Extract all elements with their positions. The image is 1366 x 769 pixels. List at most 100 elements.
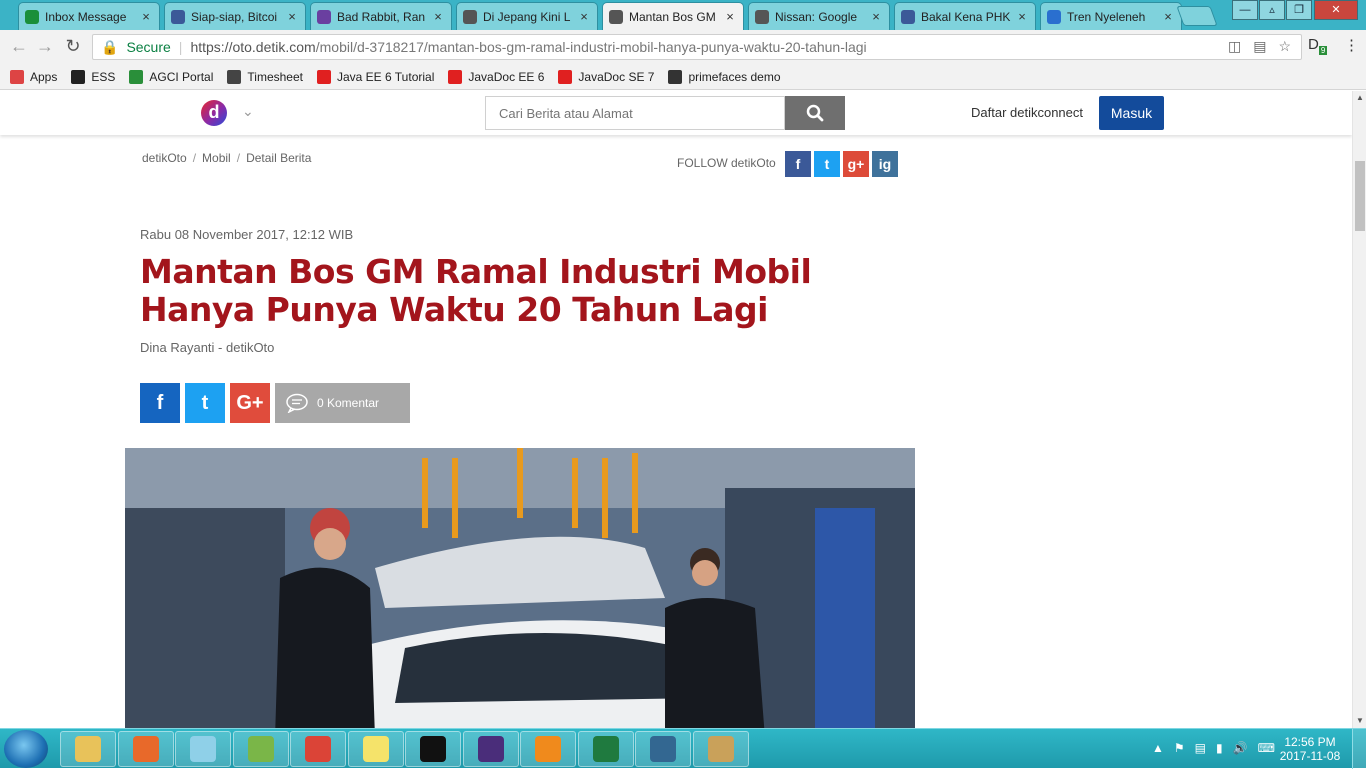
bookmark-label: JavaDoc SE 7 [578,69,655,84]
address-bar[interactable]: 🔒 Secure | https://oto.detik.com/mobil/d… [92,34,1302,60]
power-icon[interactable]: ▮ [1216,741,1223,755]
taskbar-sticky-notes[interactable] [347,731,404,767]
taskbar-java-ee-ide[interactable] [462,731,519,767]
oracle-icon [316,69,331,84]
close-window-button[interactable]: ✕ [1314,0,1358,20]
bookmark-star-icon[interactable]: ☆ [1278,38,1291,55]
bookmark-item[interactable]: Apps [10,69,57,84]
daftar-link[interactable]: Daftar detikconnect [971,105,1083,120]
taskbar-vlc[interactable] [520,731,576,767]
article-photo[interactable] [125,448,915,728]
browser-tab[interactable]: Siap-siap, Bitcoi × [164,2,306,30]
breadcrumb-item[interactable]: Mobil [202,151,231,165]
back-arrow-icon[interactable]: ← [8,36,30,57]
taskbar-firefox[interactable] [117,731,174,767]
scroll-down-arrow-icon[interactable]: ▼ [1353,714,1366,728]
breadcrumb-item[interactable]: Detail Berita [246,151,311,165]
chevron-down-icon[interactable]: ⌄ [242,103,254,120]
keyboard-icon[interactable]: ⌨ [1258,741,1275,755]
tab-title: Bad Rabbit, Ran [337,9,426,24]
translate-icon[interactable]: ▤ [1253,38,1266,55]
ess-icon [71,69,86,84]
bookmark-item[interactable]: Timesheet [227,69,303,84]
bookmark-label: primefaces demo [688,69,781,84]
comment-button[interactable]: 0 Komentar [275,383,410,423]
show-desktop-button[interactable] [1352,729,1366,769]
follow-instagram-icon[interactable]: ig [872,151,898,177]
breadcrumb: detikOto / Mobil / Detail Berita [142,151,312,165]
search-input[interactable] [485,96,785,130]
browser-tab[interactable]: Inbox Message × [18,2,160,30]
taskbar-excel[interactable] [577,731,634,767]
close-icon[interactable]: × [139,9,153,24]
share-twitter-button[interactable]: t [185,383,225,423]
vlc-icon [535,736,561,762]
bookmark-label: Timesheet [247,69,303,84]
browser-tab[interactable]: Mantan Bos GM × [602,2,744,30]
close-icon[interactable]: × [1015,9,1029,24]
new-tab-button[interactable] [1176,6,1218,26]
tab-title: Siap-siap, Bitcoi [191,9,278,24]
breadcrumb-item[interactable]: detikOto [142,151,187,165]
tray-expand-icon[interactable]: ▲ [1152,741,1164,755]
taskbar-notepad-plus[interactable] [232,731,289,767]
close-icon[interactable]: × [869,9,883,24]
browser-tab[interactable]: Nissan: Google × [748,2,890,30]
close-icon[interactable]: × [285,9,299,24]
bookmark-item[interactable]: ESS [71,69,115,84]
minimize-button[interactable]: — [1232,0,1258,20]
share-googleplus-button[interactable]: G+ [230,383,270,423]
reload-icon[interactable]: ↻ [62,36,84,57]
scroll-thumb[interactable] [1355,161,1365,231]
follow-facebook-icon[interactable]: f [785,151,811,177]
firefox-icon [132,736,159,762]
bookmark-item[interactable]: AGCI Portal [129,69,213,84]
taskbar-file-explorer[interactable] [60,731,116,767]
bookmark-item[interactable]: JavaDoc EE 6 [448,69,544,84]
blocked-popup-icon[interactable]: ◫ [1228,38,1241,55]
browser-tab[interactable]: Bad Rabbit, Ran × [310,2,452,30]
start-button[interactable] [4,730,48,768]
masuk-button[interactable]: Masuk [1099,96,1164,130]
command-prompt-icon [420,736,446,762]
scroll-up-arrow-icon[interactable]: ▲ [1353,91,1366,105]
extension-icon[interactable]: D9 [1308,36,1328,55]
bookmark-item[interactable]: primefaces demo [668,69,781,84]
browser-tab[interactable]: Tren Nyeleneh × [1040,2,1182,30]
share-facebook-button[interactable]: f [140,383,180,423]
taskbar-chrome[interactable] [290,731,346,767]
action-center-icon[interactable]: ⚑ [1174,741,1185,755]
glasses-icon [609,9,623,24]
clock-time: 12:56 PM [1284,735,1336,749]
detik-logo[interactable]: d [201,100,227,126]
close-icon[interactable]: × [577,9,591,24]
page-scrollbar[interactable]: ▲ ▼ [1352,91,1366,728]
bookmark-label: Java EE 6 Tutorial [336,69,435,84]
user-profile-button[interactable]: ▵ [1259,0,1285,20]
volume-icon[interactable]: 🔊 [1233,741,1248,755]
close-icon[interactable]: × [1161,9,1175,24]
browser-tab[interactable]: Di Jepang Kini L × [456,2,598,30]
taskbar-command-prompt[interactable] [405,731,461,767]
network-icon[interactable]: ▤ [1195,741,1206,755]
restore-button[interactable]: ❐ [1286,0,1312,20]
oracle-icon [558,69,573,84]
taskbar-notes[interactable] [175,731,231,767]
taskbar-paint[interactable] [692,731,749,767]
close-icon[interactable]: × [723,9,737,24]
browser-tab[interactable]: Bakal Kena PHK × [894,2,1036,30]
follow-twitter-icon[interactable]: t [814,151,840,177]
bookmark-item[interactable]: JavaDoc SE 7 [558,69,655,84]
follow-googleplus-icon[interactable]: g+ [843,151,869,177]
tab-title: Mantan Bos GM [629,9,716,24]
forward-arrow-icon[interactable]: → [34,36,56,57]
url-host: https://oto.detik.com [190,39,316,55]
taskbar-clock[interactable]: 12:56 PM 2017-11-08 [1276,735,1344,763]
article-title: Mantan Bos GM Ramal Industri Mobil Hanya… [140,252,812,329]
browser-tab-strip: Inbox Message × Siap-siap, Bitcoi × Bad Rabb… [0,0,1366,30]
menu-icon[interactable]: ⋮ [1344,36,1359,54]
taskbar-postgres[interactable] [635,731,691,767]
search-button[interactable] [785,96,845,130]
bookmark-item[interactable]: Java EE 6 Tutorial [316,69,435,84]
close-icon[interactable]: × [431,9,445,24]
